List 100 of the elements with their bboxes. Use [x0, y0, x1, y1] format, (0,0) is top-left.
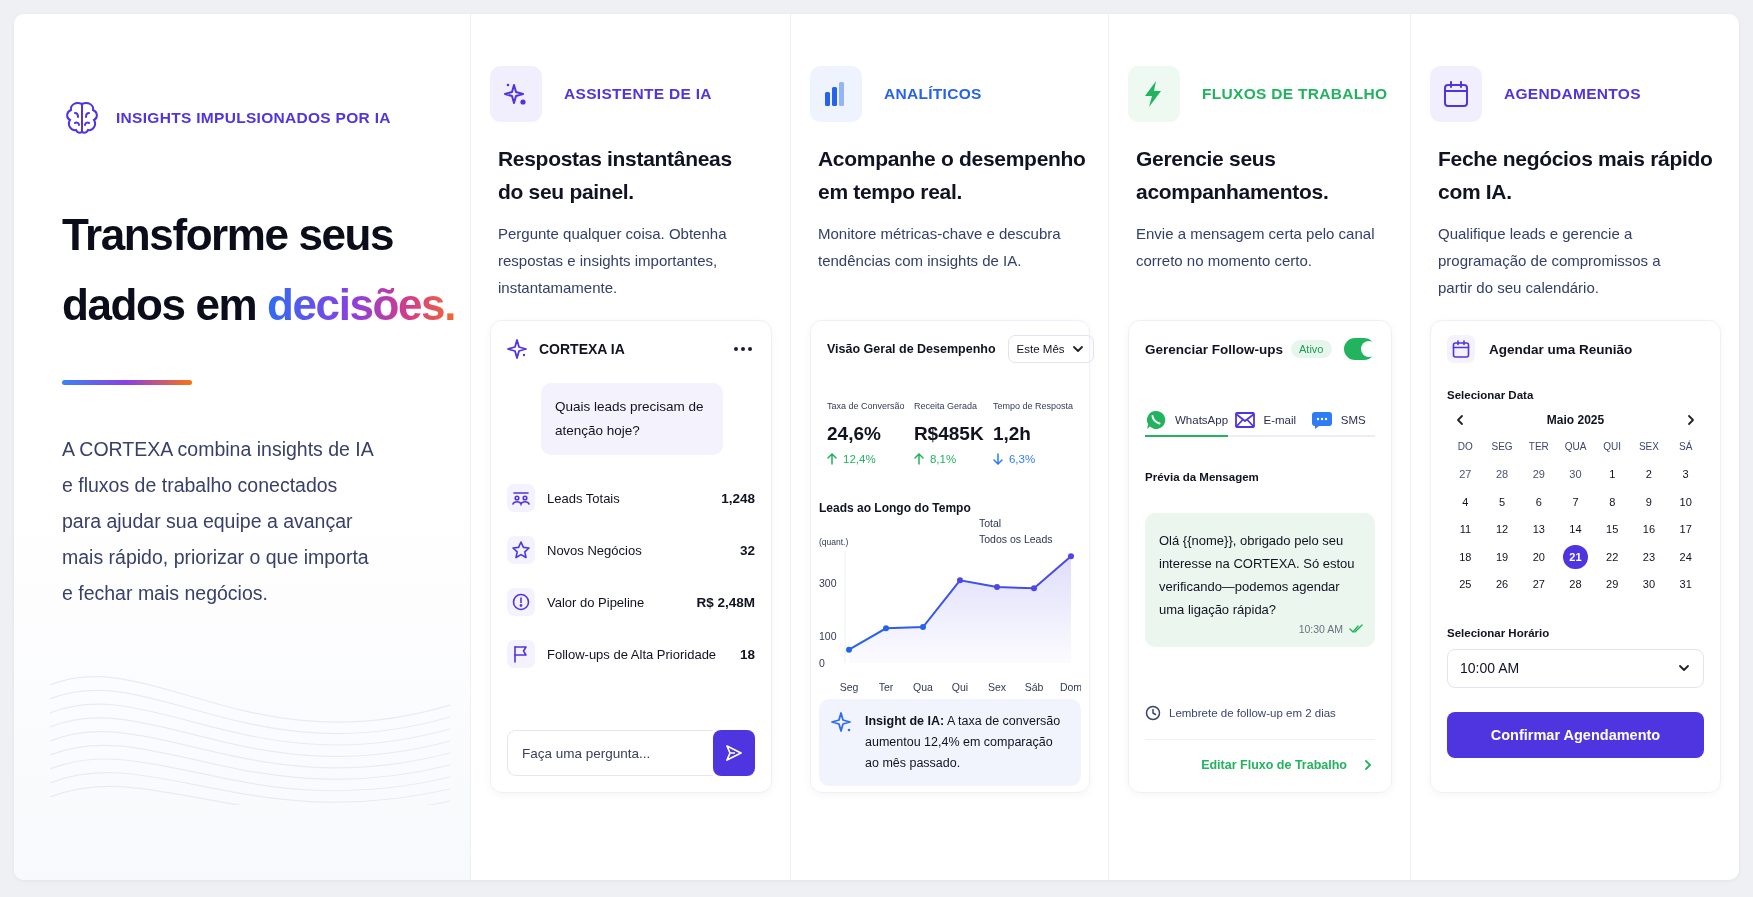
metric-change: 12,4% [843, 453, 876, 465]
data-point [957, 577, 963, 584]
panel-title: Gerenciar Follow-ups [1145, 341, 1284, 357]
panel-title: Visão Geral de Desempenho [827, 342, 996, 356]
weekday-label: QUA [1563, 440, 1588, 454]
calendar-day[interactable]: 3 [1673, 462, 1698, 487]
message-text: Olá {{nome}}, obrigado pelo seu interesse na CORTEXA. Só estou verificando—podemos agendar uma ligação rápida? [1159, 532, 1356, 619]
stat-value: 32 [739, 542, 755, 558]
tick-label: Sex [987, 681, 1007, 693]
calendar-day[interactable]: 19 [1489, 544, 1515, 569]
section-label: Selecionar Data [1447, 389, 1535, 401]
calendar-day[interactable]: 29 [1599, 572, 1625, 597]
channel-tab[interactable]: WhatsApp [1145, 405, 1229, 437]
calendar-day[interactable]: 27 [1526, 572, 1552, 597]
calendar-day[interactable]: 21 [1563, 544, 1588, 569]
metric-change: 8,1% [929, 453, 957, 465]
calendar-day[interactable]: 16 [1636, 517, 1662, 542]
chart-title: Leads ao Longo do Tempo [819, 501, 972, 515]
mail-icon [1233, 409, 1256, 431]
calendar-day[interactable]: 17 [1673, 517, 1698, 542]
weekday-label: TER [1527, 440, 1550, 454]
feature-description: Envie a mensagem certa pelo canal correto no momento certo. [1136, 224, 1376, 271]
tick-label: Qui [951, 681, 969, 693]
stat-label: Leads Totais [547, 490, 621, 506]
tick-label: 300 [819, 577, 837, 589]
calendar-day[interactable]: 8 [1599, 489, 1625, 514]
tick-label: Qua [913, 681, 933, 693]
reminder-text: Lembrete de follow-up em 2 dias [1169, 707, 1336, 719]
calendar-day[interactable]: 29 [1526, 462, 1552, 487]
send-icon [725, 744, 743, 762]
calendar-day[interactable]: 24 [1673, 544, 1698, 569]
send-button[interactable] [713, 730, 755, 776]
calendar-day[interactable]: 28 [1563, 572, 1588, 597]
panel-title: Agendar uma Reunião [1489, 341, 1634, 357]
calendar-day[interactable]: 11 [1453, 517, 1478, 542]
weekday-label: SÁ [1677, 439, 1694, 454]
category-label: ANALÍTICOS [884, 85, 982, 103]
data-point [846, 646, 852, 653]
calendar-icon [1441, 79, 1471, 109]
calendar-day[interactable]: 15 [1599, 517, 1625, 542]
calendar-day[interactable]: 18 [1453, 544, 1478, 569]
feature-description: Monitore métricas-chave e descubra tendências com insights de IA. [818, 224, 1062, 271]
tick-label: Ter [878, 681, 894, 693]
feature-title: Gerencie seus acompanhamentos. [1136, 146, 1330, 205]
channel-tab[interactable]: E-mail [1228, 405, 1302, 437]
calendar-day[interactable]: 26 [1489, 572, 1515, 597]
calendar-day[interactable]: 27 [1453, 462, 1478, 487]
confirm-button[interactable]: Confirmar Agendamento [1447, 711, 1704, 758]
chat-bubble-icon [1145, 409, 1167, 431]
category-label: AGENDAMENTOS [1504, 85, 1641, 103]
insight-text: Insight de IA: A taxa de conversão aumentou 12,4% em comparação ao mês passado. [865, 713, 1062, 772]
calendar-day[interactable]: 28 [1489, 462, 1515, 487]
feature-description: Pergunte qualquer coisa. Obtenha respostas e insights importantes, instantamamente. [498, 224, 728, 298]
calendar-day[interactable]: 10 [1673, 489, 1698, 514]
data-point [1031, 585, 1037, 592]
calendar-day[interactable]: 30 [1636, 572, 1662, 597]
question-input[interactable]: Faça uma pergunta... [507, 730, 713, 776]
calendar-day[interactable]: 1 [1599, 462, 1625, 487]
weekday-label: DO [1456, 440, 1474, 454]
message-icon [1310, 409, 1333, 431]
metric-label: Receita Gerada [913, 401, 978, 411]
calendar-day[interactable]: 20 [1526, 544, 1552, 569]
calendar-day[interactable]: 13 [1526, 517, 1552, 542]
period-dropdown[interactable]: Este Mês [1007, 335, 1094, 363]
feature-description: Qualifique leads e gerencie a programação de compromissos a partir do seu calendário. [1438, 224, 1662, 298]
panel-title: CORTEXA IA [539, 341, 626, 357]
tick-label: Seg [839, 681, 859, 693]
calendar-day[interactable]: 2 [1636, 462, 1662, 487]
calendar-day[interactable]: 25 [1453, 572, 1478, 597]
calendar-day[interactable]: 14 [1563, 517, 1588, 542]
stat-value: R$ 2,48M [696, 594, 755, 610]
section-label: Selecionar Horário [1447, 626, 1551, 639]
sparkle-icon [831, 711, 853, 735]
calendar-day[interactable]: 6 [1526, 489, 1552, 514]
toggle-switch[interactable] [1343, 338, 1375, 360]
calendar-day[interactable]: 30 [1563, 462, 1588, 487]
tick-label: Dom [1059, 681, 1081, 693]
category-label: FLUXOS DE TRABALHO [1202, 85, 1388, 103]
calendar-day[interactable]: 22 [1599, 544, 1625, 569]
calendar-day[interactable]: 7 [1563, 489, 1588, 514]
more-icon[interactable] [733, 346, 753, 352]
metric-label: Taxa de Conversão [827, 401, 905, 411]
calendar-day[interactable]: 12 [1489, 517, 1515, 542]
channel-tab[interactable]: SMS [1301, 405, 1375, 437]
intro-paragraph: A CORTEXA combina insights de IA e fluxos de trabalho conectados para ajudar sua equipe a avançar mais rápido, priorizar o que importa e fechar mais negócios. [62, 437, 375, 606]
time-dropdown[interactable]: 10:00 AM [1447, 648, 1704, 688]
tick-label: 0 [819, 657, 825, 669]
weekday-label: QUI [1602, 440, 1623, 454]
tick-label: 100 [819, 630, 837, 643]
stat-label: Follow-ups de Alta Prioridade [547, 646, 718, 662]
calendar-day[interactable]: 9 [1636, 489, 1662, 514]
stat-value: 1,248 [721, 490, 755, 506]
feature-title: Feche negócios mais rápido com IA. [1438, 146, 1714, 205]
timestamp: 10:30 AM [1298, 623, 1343, 635]
calendar-day[interactable]: 4 [1453, 489, 1478, 514]
stat-label: Valor do Pipeline [547, 594, 646, 610]
calendar-day[interactable]: 31 [1673, 572, 1698, 597]
calendar-day[interactable]: 23 [1636, 544, 1662, 569]
stat-label: Novos Negócios [547, 542, 643, 558]
calendar-day[interactable]: 5 [1489, 489, 1515, 514]
